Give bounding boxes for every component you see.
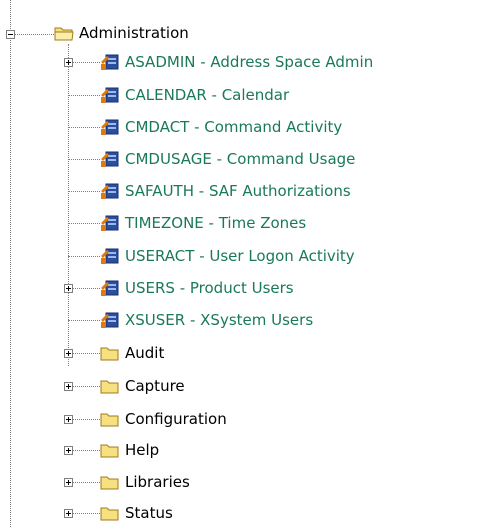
collapse-toggle[interactable] bbox=[6, 30, 15, 39]
tree-node-label: Status bbox=[125, 504, 173, 522]
tree-connector bbox=[68, 159, 100, 160]
folder-icon bbox=[100, 347, 119, 360]
tree-connector bbox=[10, 34, 54, 35]
tree-connector bbox=[68, 320, 100, 321]
report-icon bbox=[101, 119, 119, 135]
tree-node-safauth[interactable]: SAFAUTH - SAF Authorizations bbox=[100, 178, 351, 204]
tree-connector bbox=[10, 0, 11, 527]
expand-toggle[interactable] bbox=[64, 446, 73, 455]
folder-icon bbox=[100, 380, 119, 393]
tree-node-libraries[interactable]: Libraries bbox=[100, 469, 190, 495]
tree-node-administration[interactable]: Administration bbox=[54, 20, 189, 46]
tree-node-label: Administration bbox=[79, 24, 189, 42]
tree-node-label: Configuration bbox=[125, 410, 227, 428]
tree-node-timezone[interactable]: TIMEZONE - Time Zones bbox=[100, 210, 306, 236]
tree-node-users[interactable]: USERS - Product Users bbox=[100, 275, 294, 301]
expand-toggle[interactable] bbox=[64, 478, 73, 487]
tree-node-label: XSUSER - XSystem Users bbox=[125, 311, 314, 329]
expand-toggle[interactable] bbox=[64, 349, 73, 358]
tree-connector bbox=[68, 127, 100, 128]
tree-node-cmdusage[interactable]: CMDUSAGE - Command Usage bbox=[100, 146, 355, 172]
tree-node-configuration[interactable]: Configuration bbox=[100, 406, 227, 432]
report-icon bbox=[101, 87, 119, 103]
report-icon bbox=[101, 280, 119, 296]
folder-icon bbox=[100, 444, 119, 457]
report-icon bbox=[101, 248, 119, 264]
expand-toggle[interactable] bbox=[64, 58, 73, 67]
tree-connector bbox=[68, 223, 100, 224]
tree-node-calendar[interactable]: CALENDAR - Calendar bbox=[100, 82, 289, 108]
tree-connector bbox=[68, 95, 100, 96]
tree-node-label: Capture bbox=[125, 377, 185, 395]
tree-node-label: CALENDAR - Calendar bbox=[125, 86, 290, 104]
expand-toggle[interactable] bbox=[64, 415, 73, 424]
tree-connector bbox=[68, 44, 69, 366]
tree-node-label: USERS - Product Users bbox=[125, 279, 294, 297]
expand-toggle[interactable] bbox=[64, 284, 73, 293]
tree-node-capture[interactable]: Capture bbox=[100, 373, 185, 399]
tree-node-audit[interactable]: Audit bbox=[100, 340, 164, 366]
tree-node-label: USERACT - User Logon Activity bbox=[125, 247, 355, 265]
tree-node-status[interactable]: Status bbox=[100, 500, 173, 526]
tree-node-label: CMDACT - Command Activity bbox=[125, 118, 343, 136]
tree-node-label: SAFAUTH - SAF Authorizations bbox=[125, 182, 351, 200]
tree-node-help[interactable]: Help bbox=[100, 437, 159, 463]
tree-node-label: Libraries bbox=[125, 473, 190, 491]
report-icon bbox=[101, 54, 119, 70]
folder-icon bbox=[100, 476, 119, 489]
tree-node-label: CMDUSAGE - Command Usage bbox=[125, 150, 356, 168]
tree-node-label: Help bbox=[125, 441, 160, 459]
expand-toggle[interactable] bbox=[64, 382, 73, 391]
report-icon bbox=[101, 215, 119, 231]
tree-node-xsuser[interactable]: XSUSER - XSystem Users bbox=[100, 307, 313, 333]
folder-icon bbox=[100, 413, 119, 426]
report-icon bbox=[101, 151, 119, 167]
tree-node-cmdact[interactable]: CMDACT - Command Activity bbox=[100, 114, 342, 140]
tree-view: Administration ASADMIN - Address Space A… bbox=[0, 0, 487, 527]
folder-icon bbox=[100, 507, 119, 520]
folder-open-icon bbox=[54, 27, 74, 40]
tree-node-label: TIMEZONE - Time Zones bbox=[125, 214, 307, 232]
tree-connector bbox=[68, 256, 100, 257]
tree-node-asadmin[interactable]: ASADMIN - Address Space Admin bbox=[100, 49, 373, 75]
tree-connector bbox=[68, 191, 100, 192]
report-icon bbox=[101, 183, 119, 199]
tree-node-label: ASADMIN - Address Space Admin bbox=[125, 53, 374, 71]
report-icon bbox=[101, 312, 119, 328]
tree-node-useract[interactable]: USERACT - User Logon Activity bbox=[100, 243, 355, 269]
expand-toggle[interactable] bbox=[64, 509, 73, 518]
tree-node-label: Audit bbox=[125, 344, 165, 362]
